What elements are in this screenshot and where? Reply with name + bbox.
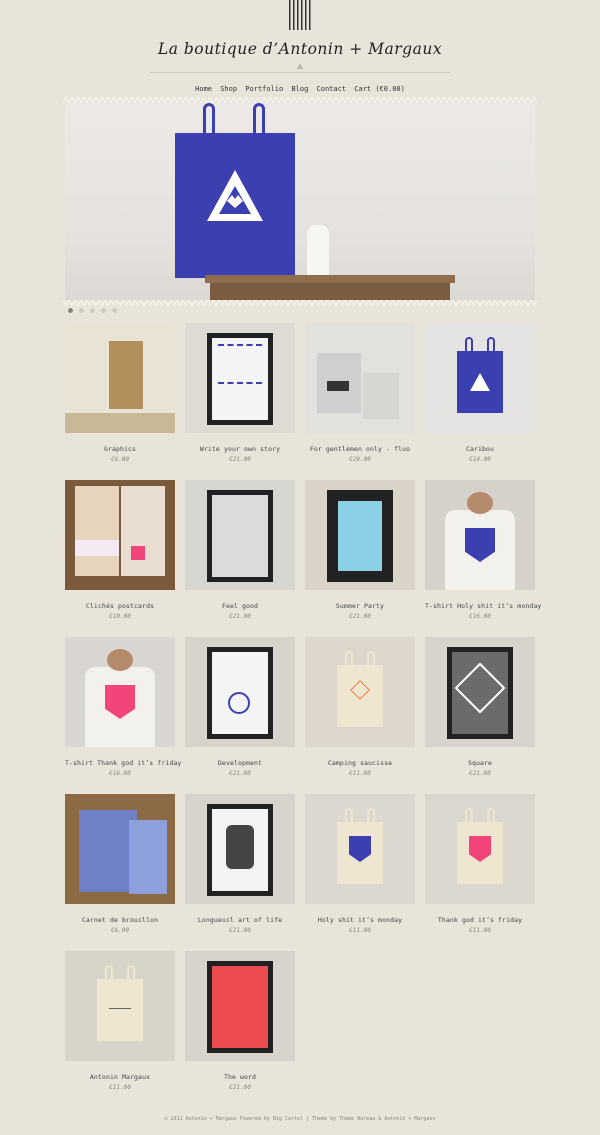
title-divider [150, 72, 450, 73]
product-card[interactable]: Camping saucisse €11.00 [305, 637, 415, 777]
product-name[interactable]: Antonin Margaux [65, 1073, 175, 1081]
product-card[interactable]: Thank god it’s friday €11.00 [425, 794, 535, 934]
product-card[interactable]: The word €21.00 [185, 951, 295, 1091]
nav-cart[interactable]: Cart (€0.00) [354, 85, 405, 93]
product-name[interactable]: Graphics [65, 445, 175, 453]
product-name[interactable]: Write your own story [185, 445, 295, 453]
product-price: €21.00 [229, 1084, 251, 1091]
product-card[interactable]: Antonin Margaux €11.00 [65, 951, 175, 1091]
product-price: €29.00 [349, 456, 371, 463]
product-image[interactable] [65, 951, 175, 1061]
product-card[interactable]: T-shirt Holy shit it’s monday €16.00 [425, 480, 541, 620]
product-card[interactable]: For gentlemen only - fluo €29.00 [305, 323, 415, 463]
product-image[interactable] [185, 637, 295, 747]
product-image[interactable] [185, 480, 295, 590]
product-card[interactable]: Summer Party €21.00 [305, 480, 415, 620]
product-card[interactable]: Caribou €14.00 [425, 323, 535, 463]
mountain-logo-icon [207, 170, 263, 221]
product-name[interactable]: Summer Party [305, 602, 415, 610]
product-price: €21.00 [349, 613, 371, 620]
product-name[interactable]: Camping saucisse [305, 759, 415, 767]
product-image[interactable] [65, 794, 175, 904]
zigzag-border-bottom [63, 300, 537, 306]
product-price: €11.00 [109, 1084, 131, 1091]
product-price: €10.00 [109, 613, 131, 620]
product-image[interactable] [305, 794, 415, 904]
hero-stool-top [205, 275, 455, 283]
main-nav: Home Shop Portfolio Blog Contact Cart (€… [0, 85, 600, 93]
product-image[interactable] [425, 323, 535, 433]
product-image[interactable] [65, 323, 175, 433]
product-card[interactable]: Holy shit it’s monday €11.00 [305, 794, 415, 934]
product-image[interactable] [185, 951, 295, 1061]
product-name[interactable]: Feel good [185, 602, 295, 610]
product-price: €21.00 [229, 456, 251, 463]
product-name[interactable]: Caribou [425, 445, 535, 453]
product-price: €14.00 [469, 456, 491, 463]
nav-portfolio[interactable]: Portfolio [245, 85, 283, 93]
product-card[interactable]: T-shirt Thank god it’s friday €16.00 [65, 637, 181, 777]
product-price: €11.00 [349, 770, 371, 777]
product-image[interactable] [305, 637, 415, 747]
product-price: €16.00 [469, 613, 491, 620]
logo-stripes[interactable] [289, 0, 311, 30]
product-price: €6.00 [110, 456, 130, 463]
product-image[interactable] [185, 794, 295, 904]
product-card[interactable]: Development €21.00 [185, 637, 295, 777]
product-name[interactable]: T-shirt Holy shit it’s monday [425, 602, 541, 610]
slider-dot[interactable] [79, 308, 84, 313]
product-price: €21.00 [229, 927, 251, 934]
nav-blog[interactable]: Blog [291, 85, 308, 93]
product-name[interactable]: For gentlemen only - fluo [305, 445, 415, 453]
hero-tote-bag [175, 103, 295, 278]
product-name[interactable]: The word [185, 1073, 295, 1081]
product-price: €16.00 [109, 770, 131, 777]
nav-home[interactable]: Home [195, 85, 212, 93]
product-image[interactable] [425, 794, 535, 904]
slider-dots [68, 308, 117, 313]
product-name[interactable]: Development [185, 759, 295, 767]
product-image[interactable] [425, 637, 535, 747]
product-card[interactable]: Write your own story €21.00 [185, 323, 295, 463]
product-card[interactable]: Graphics €6.00 [65, 323, 175, 463]
product-image[interactable] [65, 480, 175, 590]
product-image[interactable] [305, 480, 415, 590]
product-card[interactable]: Longueuil art of life €21.00 [185, 794, 295, 934]
hero-moose-figure [307, 225, 329, 277]
product-image[interactable] [65, 637, 175, 747]
product-price: €11.00 [469, 927, 491, 934]
product-card[interactable]: Carnet de brouillon €6.00 [65, 794, 175, 934]
product-image[interactable] [425, 480, 535, 590]
product-image[interactable] [305, 323, 415, 433]
product-name[interactable]: Holy shit it’s monday [305, 916, 415, 924]
slider-dot[interactable] [90, 308, 95, 313]
site-title[interactable]: La boutique d’Antonin + Margaux [0, 40, 600, 58]
product-name[interactable]: T-shirt Thank god it’s friday [65, 759, 181, 767]
product-name[interactable]: Thank god it’s friday [425, 916, 535, 924]
slider-dot[interactable] [68, 308, 73, 313]
product-price: €21.00 [229, 613, 251, 620]
product-price: €21.00 [229, 770, 251, 777]
product-card[interactable]: Square €21.00 [425, 637, 535, 777]
product-price: €6.00 [110, 927, 130, 934]
product-name[interactable]: Clichés postcards [65, 602, 175, 610]
product-name[interactable]: Longueuil art of life [185, 916, 295, 924]
product-name[interactable]: Square [425, 759, 535, 767]
product-name[interactable]: Carnet de brouillon [65, 916, 175, 924]
footer-credits: © 2011 Antonin + Margaux Powered by Big … [164, 1116, 436, 1122]
slider-dot[interactable] [101, 308, 106, 313]
product-card[interactable]: Feel good €21.00 [185, 480, 295, 620]
hero-stool-front [210, 283, 450, 300]
title-ornament-icon: ⁂ [297, 64, 303, 71]
product-price: €11.00 [349, 927, 371, 934]
product-card[interactable]: Clichés postcards €10.00 [65, 480, 175, 620]
product-image[interactable] [185, 323, 295, 433]
slider-dot[interactable] [112, 308, 117, 313]
nav-contact[interactable]: Contact [317, 85, 347, 93]
product-price: €21.00 [469, 770, 491, 777]
nav-shop[interactable]: Shop [220, 85, 237, 93]
hero-slideshow[interactable] [65, 103, 535, 300]
